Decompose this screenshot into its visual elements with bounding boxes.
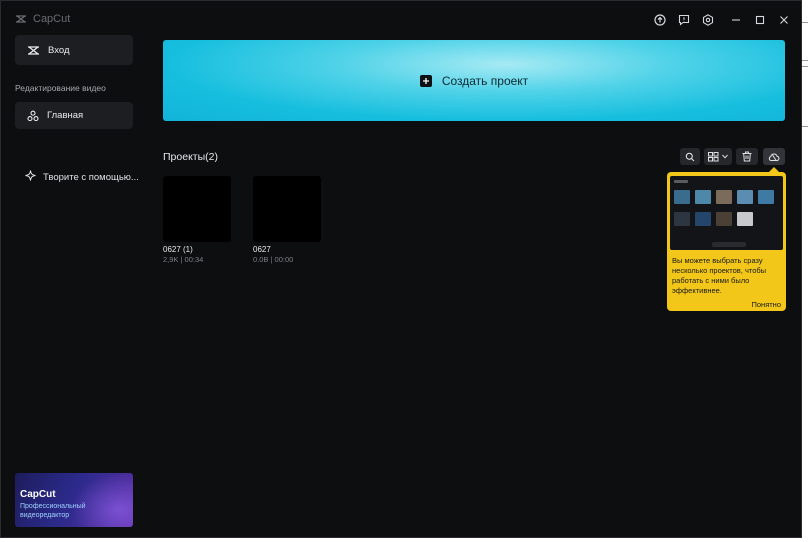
projects-title-text: Проекты (163, 151, 206, 163)
login-button[interactable]: Вход (15, 35, 133, 65)
cloud-sync-button[interactable] (763, 148, 785, 165)
project-thumbnail (253, 176, 321, 242)
project-meta: 0.0B | 00:00 (253, 255, 294, 264)
upload-icon (654, 14, 666, 26)
app-title: CapCut (15, 13, 70, 25)
tooltip-message: Вы можете выбрать сразу несколько проект… (672, 256, 767, 295)
sidebar-item-label: Главная (47, 110, 84, 121)
sidebar-item-label: Творите с помощью... (43, 171, 139, 183)
title-bar: CapCut (1, 1, 801, 39)
capcut-logo-icon (15, 14, 27, 24)
project-name: 0627 (253, 245, 271, 254)
project-card[interactable]: 0627 (1) 2,9K | 00:34 (163, 176, 231, 264)
delete-button[interactable] (736, 148, 758, 165)
promo-banner[interactable]: CapCut Профессиональный видеоредактор (15, 473, 133, 527)
chevron-down-icon (722, 154, 728, 159)
cloud-icon (768, 152, 780, 162)
tooltip-arrow (769, 167, 779, 172)
login-label: Вход (48, 44, 70, 56)
sidebar-item-home[interactable]: Главная (15, 102, 133, 129)
close-button[interactable] (776, 12, 792, 28)
upload-button[interactable] (652, 12, 668, 28)
settings-icon (702, 14, 714, 26)
app-title-text: CapCut (33, 13, 71, 25)
search-button[interactable] (680, 148, 700, 165)
project-thumbnail (163, 176, 231, 242)
sidebar-item-ai-create[interactable]: Творите с помощью... (25, 170, 139, 184)
plus-icon (419, 74, 432, 87)
project-meta: 2,9K | 00:34 (163, 255, 204, 264)
settings-button[interactable] (700, 12, 716, 28)
tooltip-preview-image (670, 176, 783, 250)
section-title: Редактирование видео (15, 83, 106, 93)
projects-title: Проекты(2) (163, 151, 218, 163)
trash-icon (742, 151, 752, 162)
minimize-icon (731, 15, 741, 25)
create-project-button[interactable]: Создать проект (163, 40, 785, 121)
capcut-logo-icon (27, 45, 40, 56)
create-project-label: Создать проект (441, 73, 529, 88)
projects-count: (2) (205, 151, 218, 163)
maximize-button[interactable] (752, 12, 768, 28)
grid-view-icon (708, 151, 719, 162)
project-card[interactable]: 0627 0.0B | 00:00 (253, 176, 321, 264)
promo-subtitle: Профессиональный видеоредактор (20, 503, 86, 519)
feedback-button[interactable] (676, 12, 692, 28)
home-icon (27, 110, 39, 122)
feedback-icon (678, 14, 690, 26)
close-icon (779, 15, 789, 25)
maximize-icon (755, 15, 765, 25)
multi-select-tooltip: Вы можете выбрать сразу несколько проект… (667, 167, 786, 311)
background-strip (802, 0, 808, 542)
tooltip-ok-button[interactable]: Понятно (751, 300, 781, 309)
view-mode-button[interactable] (704, 148, 732, 165)
sparkle-icon (25, 170, 36, 184)
app-window: CapCut Вход Редактирование видео Главная… (0, 0, 802, 538)
project-name: 0627 (1) (163, 245, 193, 254)
sidebar: Вход Редактирование видео Главная Творит… (1, 35, 147, 537)
promo-brand: CapCut (20, 489, 56, 500)
search-icon (685, 152, 695, 162)
minimize-button[interactable] (728, 12, 744, 28)
